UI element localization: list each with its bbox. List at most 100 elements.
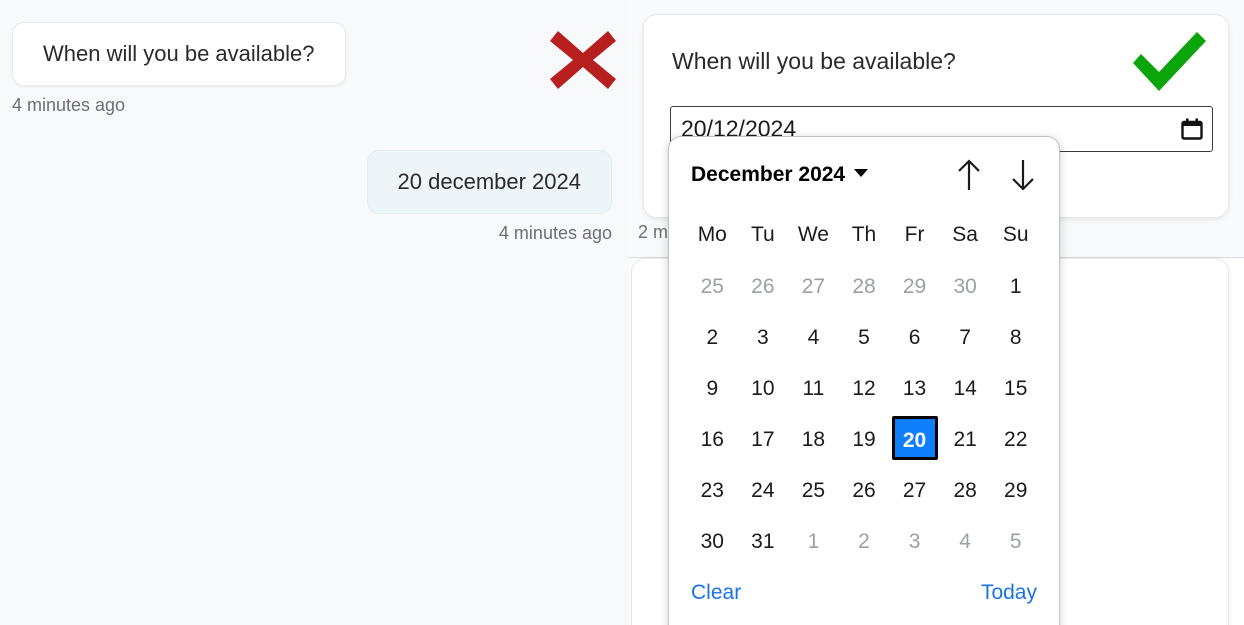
calendar-day[interactable]: 8 (990, 312, 1041, 363)
calendar-day[interactable]: 25 (788, 465, 839, 516)
chevron-down-icon[interactable] (854, 169, 869, 177)
calendar-day-label: 8 (1009, 326, 1022, 349)
calendar-week-row: 16 17 18 19 20 21 22 (687, 414, 1041, 465)
calendar-day-label: 24 (751, 479, 775, 502)
calendar-day-label: 12 (852, 377, 876, 400)
calendar-day[interactable]: 10 (738, 363, 789, 414)
calendar-day[interactable]: 16 (687, 414, 738, 465)
calendar-day-label: 21 (953, 428, 977, 451)
calendar-day[interactable]: 13 (889, 363, 940, 414)
check-icon (1127, 29, 1211, 97)
calendar-day[interactable]: 18 (788, 414, 839, 465)
calendar-day[interactable]: 2 (687, 312, 738, 363)
calendar-day[interactable]: 27 (788, 261, 839, 312)
calendar-day[interactable]: 6 (889, 312, 940, 363)
calendar-day[interactable]: 11 (788, 363, 839, 414)
datepicker-popup: December 2024 Mo Tu We Th Fr Sa Su 25 26… (668, 136, 1060, 625)
calendar-day-label: 26 (852, 479, 876, 502)
calendar-day-label: 3 (908, 530, 921, 553)
calendar-day-label: 30 (953, 275, 977, 298)
calendar-day-label: 28 (852, 275, 876, 298)
left-chat-panel: When will you be available? 4 minutes ag… (0, 0, 629, 625)
calendar-day-label: 2 (706, 326, 719, 349)
calendar-week-row: 2 3 4 5 6 7 8 (687, 312, 1041, 363)
day-of-week-tu: Tu (750, 223, 775, 246)
arrow-down-icon[interactable] (1009, 158, 1037, 192)
calendar-day-label: 15 (1004, 377, 1028, 400)
right-panel-timestamp: 2 m (638, 222, 669, 242)
calendar-day[interactable]: 1 (788, 516, 839, 567)
day-of-week-th: Th (851, 223, 877, 246)
calendar-day[interactable]: 26 (839, 465, 890, 516)
calendar-day[interactable]: 4 (940, 516, 991, 567)
calendar-day-label: 23 (700, 479, 724, 502)
calendar-day[interactable]: 2 (839, 516, 890, 567)
calendar-day-label: 18 (801, 428, 826, 451)
calendar-day[interactable]: 25 (687, 261, 738, 312)
calendar-day-label: 25 (700, 275, 724, 298)
calendar-day-label: 22 (1004, 428, 1028, 451)
calendar-day[interactable]: 5 (839, 312, 890, 363)
day-of-week-mo: Mo (697, 223, 727, 246)
calendar-day[interactable]: 28 (839, 261, 890, 312)
bot-message-block: When will you be available? 4 minutes ag… (12, 22, 346, 116)
calendar-day[interactable]: 24 (738, 465, 789, 516)
calendar-icon[interactable] (1181, 118, 1203, 140)
calendar-day-label: 29 (902, 275, 927, 298)
day-of-week-we: We (797, 223, 829, 246)
calendar-day-label: 14 (953, 377, 977, 400)
calendar-day[interactable]: 17 (738, 414, 789, 465)
datepicker-header: December 2024 (669, 137, 1059, 213)
calendar-day[interactable]: 3 (889, 516, 940, 567)
calendar-week-row: 23 24 25 26 27 28 29 (687, 465, 1041, 516)
calendar-day[interactable]: 5 (990, 516, 1041, 567)
calendar-day[interactable]: 22 (990, 414, 1041, 465)
calendar-day[interactable]: 27 (889, 465, 940, 516)
calendar-day[interactable]: 29 (990, 465, 1041, 516)
calendar-day-label: 31 (751, 530, 775, 553)
calendar-day-label: 26 (751, 275, 775, 298)
calendar-day[interactable]: 7 (940, 312, 991, 363)
calendar-day[interactable]: 19 (839, 414, 890, 465)
calendar-day[interactable]: 21 (940, 414, 991, 465)
calendar-day-label: 29 (1004, 479, 1028, 502)
calendar-day-label: 4 (959, 530, 971, 553)
calendar-day-label: 11 (802, 377, 825, 400)
calendar-day[interactable]: 26 (738, 261, 789, 312)
bot-message-bubble: When will you be available? (12, 22, 346, 86)
calendar-day[interactable]: 3 (738, 312, 789, 363)
calendar-day[interactable]: 15 (990, 363, 1041, 414)
calendar-day[interactable]: 29 (889, 261, 940, 312)
user-message-block: 20 december 2024 4 minutes ago (366, 150, 612, 244)
calendar-day[interactable]: 31 (738, 516, 789, 567)
calendar-day[interactable]: 23 (687, 465, 738, 516)
calendar-day-label: 9 (706, 377, 719, 400)
user-message-timestamp: 4 minutes ago (498, 222, 612, 243)
calendar-day[interactable]: 9 (687, 363, 738, 414)
question-label: When will you be available? (672, 48, 956, 74)
calendar-day[interactable]: 4 (788, 312, 839, 363)
calendar-week-row: 30 31 1 2 3 4 5 (687, 516, 1041, 567)
day-of-week-su: Su (1002, 223, 1029, 246)
month-year-dropdown[interactable]: December 2024 (691, 163, 869, 187)
day-of-week-sa: Sa (952, 223, 978, 246)
calendar-day[interactable]: 30 (940, 261, 991, 312)
calendar-day-label: 27 (801, 275, 826, 298)
today-button[interactable]: Today (981, 581, 1037, 605)
day-of-week-header: Mo Tu We Th Fr Sa Su (687, 213, 1041, 257)
calendar-day[interactable]: 30 (687, 516, 738, 567)
bot-message-timestamp: 4 minutes ago (12, 94, 126, 115)
calendar-day[interactable]: 12 (839, 363, 890, 414)
clear-button[interactable]: Clear (691, 581, 741, 605)
datepicker-footer: Clear Today (669, 567, 1059, 605)
calendar-day[interactable]: 28 (940, 465, 991, 516)
calendar-day-label: 13 (902, 377, 927, 400)
calendar-day-label: 30 (700, 530, 724, 553)
arrow-up-icon[interactable] (955, 158, 983, 192)
calendar-day-selected[interactable]: 20 (889, 414, 940, 465)
cross-icon (548, 27, 618, 93)
calendar-day-label: 25 (801, 479, 826, 502)
calendar-day[interactable]: 14 (940, 363, 991, 414)
calendar-day[interactable]: 1 (990, 261, 1041, 312)
calendar-week-row: 9 10 11 12 13 14 15 (687, 363, 1041, 414)
